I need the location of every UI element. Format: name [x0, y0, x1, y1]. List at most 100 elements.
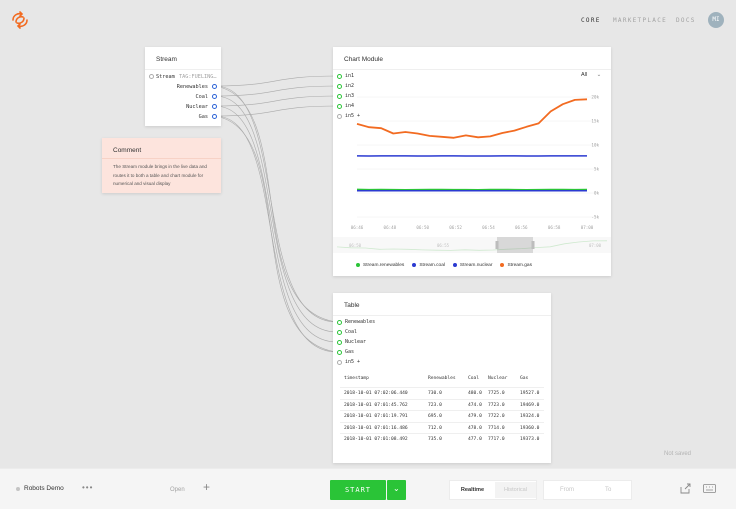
x-tick-label: 06:48 [384, 225, 397, 230]
table-module[interactable]: Table Renewables Coal Nuclear Gas in5 + … [333, 293, 551, 463]
y-tick-label: -5k [591, 215, 599, 220]
table-cell-nuclear: 7722.0 [488, 414, 505, 419]
legend-dot-icon [356, 263, 360, 267]
table-row: 2018-10-01 07:02:06.440 730.0 480.0 7725.0 1… [340, 387, 544, 398]
column-header-nuclear: Nuclear [488, 376, 508, 381]
table-cell-coal: 474.0 [468, 402, 482, 408]
chevron-down-icon: ⌄ [596, 72, 602, 78]
stream-param-port[interactable] [149, 74, 154, 79]
table-row: 2018-10-01 07:01:08.492 735.0 477.0 7717.0 1… [340, 433, 544, 444]
legend-item[interactable]: Stream.coal [412, 263, 445, 268]
table-cell-renewables: 723.0 [428, 402, 442, 408]
chart-legend: Stream.renewables Stream.coal Stream.nucle… [356, 263, 540, 268]
keyboard-icon[interactable] [703, 484, 716, 493]
y-tick-label: 10k [591, 143, 599, 148]
table-row: 2018-10-01 07:01:45.762 723.0 474.0 7723.0 1… [340, 398, 544, 410]
legend-label: Stream.gas [507, 263, 532, 269]
share-icon[interactable] [680, 483, 691, 494]
save-status: Not saved [664, 451, 692, 457]
x-tick-label: 06:50 [416, 225, 429, 230]
input-label: Gas [345, 349, 355, 355]
input-label: in1 [345, 73, 355, 79]
from-date-input[interactable]: From [560, 487, 574, 493]
table-cell-renewables: 695.0 [428, 414, 442, 419]
input-label: Renewables [345, 319, 376, 325]
input-port[interactable] [337, 330, 342, 335]
input-port[interactable] [337, 350, 342, 355]
y-axis-labels: 20k 15k 10k 5k 0k -5k [591, 95, 599, 220]
navigator-window[interactable] [497, 237, 533, 253]
input-port[interactable] [337, 320, 342, 325]
y-tick-label: 5k [594, 167, 600, 172]
input-port[interactable] [337, 74, 342, 79]
historical-tab[interactable]: Historical [495, 482, 536, 498]
output-renewables-label: Renewables [176, 84, 208, 90]
range-select[interactable]: All ⌄ [581, 72, 601, 78]
avatar[interactable]: MI [708, 12, 724, 28]
output-renewables-port[interactable] [212, 84, 217, 89]
legend-item[interactable]: Stream.renewables [356, 263, 404, 268]
x-tick-label: 06:54 [482, 225, 495, 230]
y-tick-label: 0k [594, 191, 600, 196]
navigator-handle[interactable] [531, 241, 535, 249]
comment-text[interactable]: The Stream module brings in the live dat… [113, 163, 213, 189]
start-options-button[interactable]: ⌄ [387, 480, 406, 500]
x-tick-label: 06:58 [548, 225, 561, 230]
table-cell-coal: 477.0 [468, 437, 482, 442]
to-date-input[interactable]: To [605, 487, 611, 493]
open-button[interactable]: Open [170, 487, 185, 493]
navigator-handle[interactable] [495, 241, 499, 249]
table-cell-gas: 19469.0 [520, 402, 540, 408]
stream-module[interactable]: Stream Stream TAG:FUELING… Renewables Co… [145, 47, 221, 126]
stream-param-value[interactable]: TAG:FUELING… [179, 74, 216, 80]
run-mode-toggle: Realtime Historical [449, 480, 537, 500]
more-options-icon[interactable]: ••• [82, 483, 93, 492]
table-row: 2018-10-01 07:01:19.791 695.0 479.0 7722.0 1… [340, 410, 544, 421]
nav-marketplace[interactable]: MARKETPLACE [613, 17, 667, 24]
table-cell-timestamp: 2018-10-01 07:01:08.492 [344, 437, 408, 442]
table-cell-gas: 19324.0 [520, 414, 540, 419]
input-port[interactable] [337, 340, 342, 345]
nav-core[interactable]: CORE [581, 17, 601, 24]
stream-module-title: Stream [156, 56, 177, 63]
y-tick-label: 20k [591, 95, 599, 100]
canvas-name[interactable]: Robots Demo [24, 485, 64, 492]
table-cell-coal: 479.0 [468, 414, 482, 419]
start-button[interactable]: START [330, 480, 386, 500]
legend-dot-icon [452, 263, 457, 267]
nav-docs[interactable]: DOCS [676, 17, 696, 24]
legend-item[interactable]: Stream.gas [500, 263, 532, 268]
chart-module[interactable]: Chart Module in1 in2 in3 in4 in5 + All ⌄… [333, 47, 611, 276]
comment-module[interactable]: Comment The Stream module brings in the … [102, 138, 221, 193]
table-cell-timestamp: 2018-10-01 07:02:06.440 [344, 391, 408, 396]
navigator-label: 06:50 [349, 243, 362, 248]
date-range-fields: From To [543, 480, 632, 500]
output-nuclear-port[interactable] [212, 104, 217, 109]
status-dot [16, 487, 20, 491]
table-cell-renewables: 712.0 [428, 425, 442, 431]
input-port[interactable] [337, 360, 342, 365]
legend-item[interactable]: Stream.nuclear [452, 263, 492, 268]
output-gas-port[interactable] [212, 114, 217, 119]
table-cell-timestamp: 2018-10-01 07:01:45.762 [344, 402, 408, 408]
output-coal-label: Coal [195, 94, 209, 100]
streamr-logo-icon[interactable] [10, 10, 30, 30]
table-cell-gas: 19527.0 [520, 391, 540, 396]
realtime-tab[interactable]: Realtime [451, 482, 494, 498]
divider [333, 315, 551, 316]
chart-plot[interactable]: 20k15k10k5k0k-5k 06:46 06:48 06:50 06:52 06:… [333, 87, 611, 276]
top-bar: CORE MARKETPLACE DOCS MI [0, 0, 736, 40]
chart-navigator[interactable]: 06:50 06:55 07:00 [333, 237, 611, 253]
legend-label: Stream.renewables [363, 263, 405, 269]
table-cell-gas: 19373.0 [520, 437, 540, 442]
y-tick-label: 15k [591, 119, 599, 124]
stream-param-label: Stream [156, 74, 175, 80]
chart-module-title: Chart Module [344, 56, 384, 63]
input-label: Coal [345, 329, 358, 335]
add-canvas-icon[interactable]: + [203, 480, 210, 494]
column-header-renewables: Renewables [428, 376, 456, 381]
table-cell-timestamp: 2018-10-01 07:01:19.791 [344, 414, 408, 419]
table-cell-nuclear: 7714.0 [488, 425, 505, 431]
table-cell-gas: 19360.0 [520, 425, 540, 431]
output-coal-port[interactable] [212, 94, 217, 99]
